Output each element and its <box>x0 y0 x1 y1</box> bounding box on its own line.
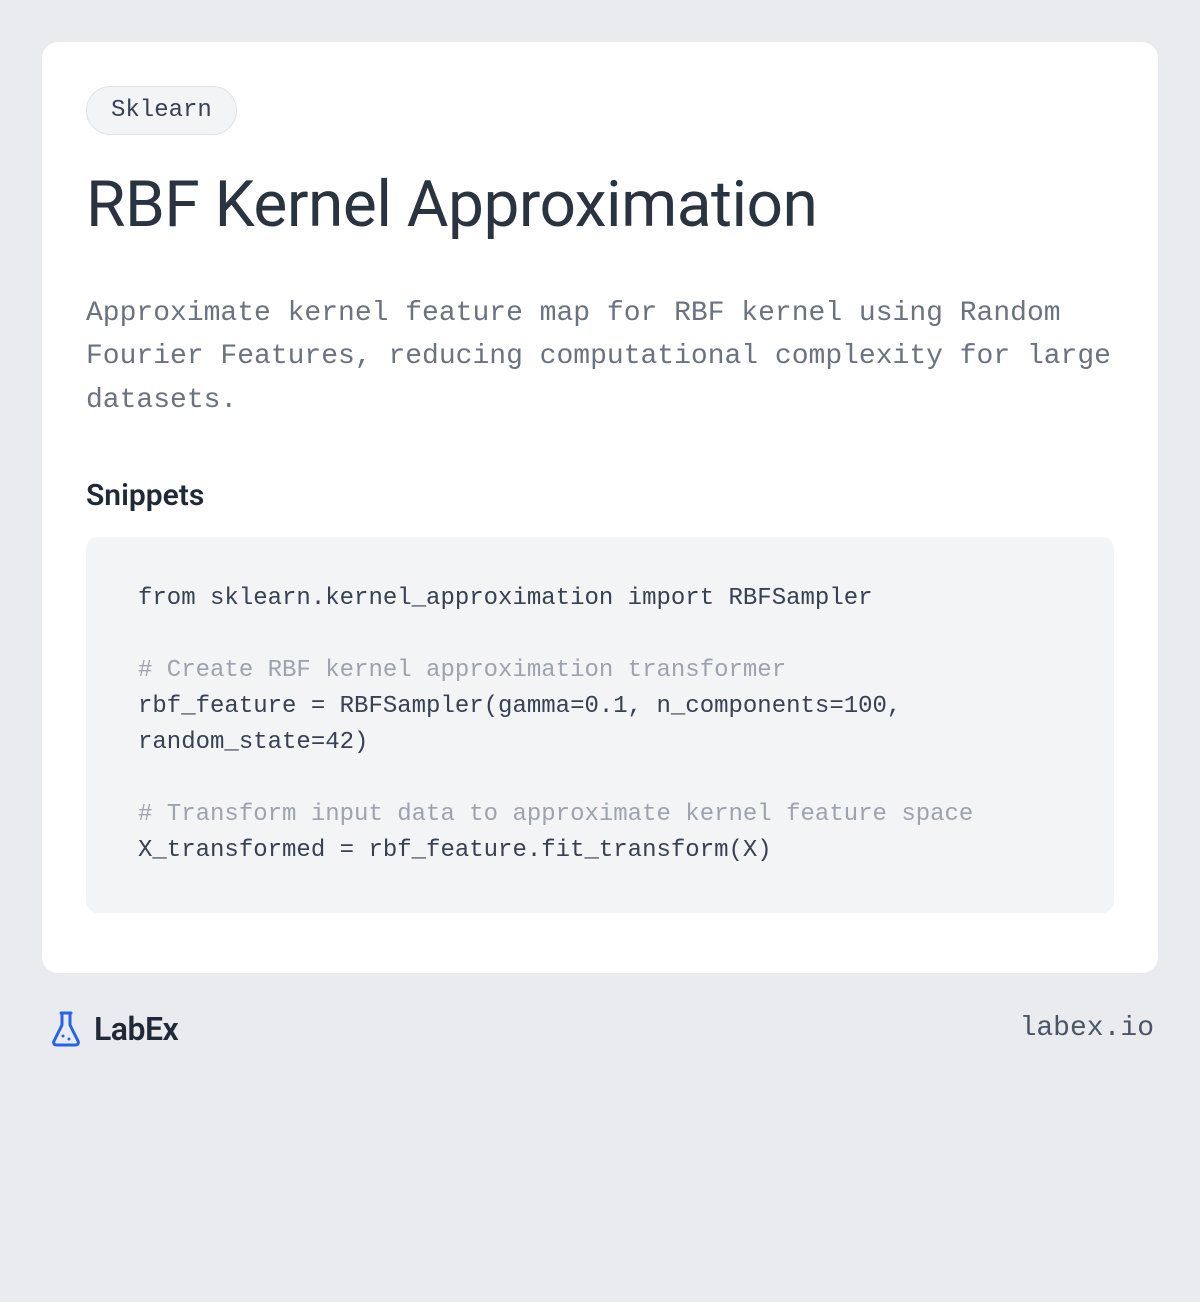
content-card: Sklearn RBF Kernel Approximation Approxi… <box>42 42 1158 973</box>
category-tag: Sklearn <box>86 86 237 135</box>
code-snippet: from sklearn.kernel_approximation import… <box>86 537 1114 913</box>
footer: LabEx labex.io <box>42 1009 1158 1049</box>
description-text: Approximate kernel feature map for RBF k… <box>86 292 1114 422</box>
page-title: RBF Kernel Approximation <box>86 167 1114 244</box>
code-comment: # Create RBF kernel approximation transf… <box>138 657 786 684</box>
code-comment: # Transform input data to approximate ke… <box>138 801 973 828</box>
snippets-heading: Snippets <box>86 478 1114 513</box>
code-line: rbf_feature = RBFSampler(gamma=0.1, n_co… <box>138 693 916 756</box>
code-line: from sklearn.kernel_approximation import… <box>138 585 873 612</box>
logo: LabEx <box>46 1009 178 1049</box>
code-line: X_transformed = rbf_feature.fit_transfor… <box>138 837 772 864</box>
footer-url: labex.io <box>1020 1013 1154 1044</box>
logo-text: LabEx <box>94 1010 178 1048</box>
flask-icon <box>46 1009 86 1049</box>
